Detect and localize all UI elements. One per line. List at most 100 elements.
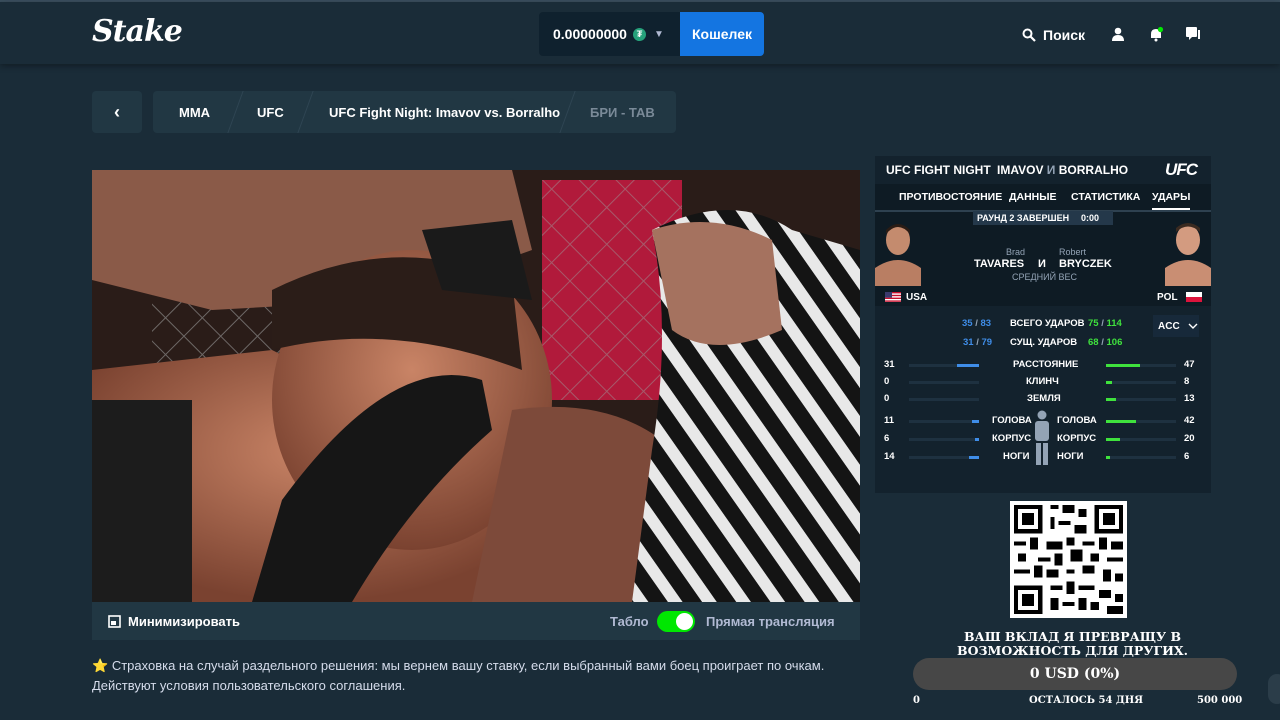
back-button[interactable]: ‹ bbox=[92, 91, 142, 133]
accuracy-dropdown[interactable]: ACC bbox=[1153, 315, 1199, 337]
body-left-bar bbox=[909, 438, 979, 441]
tab-strikes[interactable]: УДАРЫ bbox=[1152, 191, 1191, 210]
fight-scoreboard: UFC FIGHT NIGHT IMAVOV И BORRALHO UFC ПР… bbox=[875, 156, 1211, 493]
stake-logo[interactable]: Stake bbox=[92, 14, 183, 49]
head-label-left: ГОЛОВА bbox=[992, 415, 1032, 426]
minimize-button[interactable]: Минимизировать bbox=[108, 614, 240, 629]
donation-goal: 500 000 bbox=[1197, 695, 1243, 706]
search-icon bbox=[1022, 28, 1036, 42]
total-left: 35 / 83 bbox=[962, 318, 992, 329]
ground-right: 13 bbox=[1184, 393, 1195, 404]
tab-matchup[interactable]: ПРОТИВОСТОЯНИЕ bbox=[899, 191, 1002, 203]
vs-label: И bbox=[1038, 258, 1046, 270]
chat-icon[interactable] bbox=[1185, 26, 1201, 42]
distance-left-bar bbox=[909, 364, 979, 367]
legs-label-right: НОГИ bbox=[1057, 451, 1084, 462]
balance-amount: 0.00000000 bbox=[553, 26, 627, 42]
legs-right-bar bbox=[1106, 456, 1176, 459]
tab-stats[interactable]: СТАТИСТИКА bbox=[1071, 191, 1140, 203]
head-left-bar bbox=[909, 420, 979, 423]
head-right: 42 bbox=[1184, 415, 1195, 426]
donation-progress-bar: 0 USD (0%) bbox=[913, 658, 1237, 690]
round-label: РАУНД 2 ЗАВЕРШЕН bbox=[977, 213, 1070, 223]
fighter-left-photo bbox=[875, 218, 921, 286]
bout-name: IMAVOV И BORRALHO bbox=[997, 163, 1129, 177]
donation-remaining: ОСТАЛОСЬ 54 ДНЯ bbox=[1029, 695, 1144, 706]
breadcrumb-separator bbox=[227, 91, 244, 133]
chevron-down-icon: ▼ bbox=[653, 28, 664, 40]
distance-left: 31 bbox=[884, 359, 895, 370]
live-video-player[interactable] bbox=[92, 170, 860, 602]
right-country: POL bbox=[1157, 292, 1178, 303]
head-right-bar bbox=[1106, 420, 1176, 423]
head-left: 11 bbox=[884, 415, 895, 426]
scoreboard-toggle[interactable] bbox=[657, 611, 695, 632]
right-first-name: Robert bbox=[1059, 247, 1087, 257]
usa-flag-icon bbox=[885, 292, 901, 302]
legs-right: 6 bbox=[1184, 451, 1190, 462]
video-controls-bar: Минимизировать Табло Прямая трансляция bbox=[92, 602, 860, 640]
clinch-left-bar bbox=[909, 381, 979, 384]
live-stream-tab[interactable]: Прямая трансляция bbox=[706, 614, 835, 629]
ufc-logo: UFC bbox=[1165, 160, 1198, 179]
clinch-right-bar bbox=[1106, 381, 1176, 384]
distance-label: РАССТОЯНИЕ bbox=[1013, 359, 1079, 370]
chevron-down-icon bbox=[1188, 323, 1198, 329]
tether-icon: ₮ bbox=[632, 27, 646, 41]
clinch-left: 0 bbox=[884, 376, 890, 387]
ground-left: 0 bbox=[884, 393, 890, 404]
accuracy-label: ACC bbox=[1158, 320, 1180, 332]
breadcrumb-separator bbox=[559, 91, 576, 133]
donation-min: 0 bbox=[913, 695, 920, 706]
tab-data[interactable]: ДАННЫЕ bbox=[1009, 191, 1057, 203]
body-label-left: КОРПУС bbox=[992, 433, 1032, 444]
breadcrumb: MMA UFC UFC Fight Night: Imavov vs. Borr… bbox=[153, 91, 676, 133]
balance-selector[interactable]: 0.00000000 ₮ ▼ bbox=[539, 12, 680, 56]
legs-label-left: НОГИ bbox=[1003, 451, 1030, 462]
left-country: USA bbox=[906, 292, 928, 303]
insurance-note: ⭐ Страховка на случай раздельного решени… bbox=[92, 656, 852, 696]
scroll-indicator[interactable] bbox=[1268, 674, 1280, 704]
scoreboard-header: UFC FIGHT NIGHT IMAVOV И BORRALHO UFC bbox=[875, 156, 1211, 184]
left-fighter-name: TAVARES bbox=[974, 258, 1025, 270]
breadcrumb-ufc[interactable]: UFC bbox=[257, 105, 284, 120]
donation-title: ВАШ ВКЛАД Я ПРЕВРАЩУ В ВОЗМОЖНОСТЬ ДЛЯ Д… bbox=[957, 629, 1188, 658]
clinch-right: 8 bbox=[1184, 376, 1190, 387]
event-name: UFC FIGHT NIGHT bbox=[886, 163, 991, 177]
breadcrumb-mma[interactable]: MMA bbox=[179, 105, 210, 120]
top-header: Stake 0.00000000 ₮ ▼ Кошелек Поиск bbox=[0, 2, 1280, 64]
body-left: 6 bbox=[884, 433, 890, 444]
search-button[interactable]: Поиск bbox=[1022, 27, 1085, 43]
left-first-name: Brad bbox=[1006, 247, 1026, 257]
head-label-right: ГОЛОВА bbox=[1057, 415, 1097, 426]
donation-qr-code[interactable] bbox=[1010, 501, 1127, 618]
notifications-icon[interactable] bbox=[1148, 26, 1164, 42]
donation-progress-text: 0 USD (0%) bbox=[1029, 666, 1121, 682]
significant-left: 31 / 79 bbox=[963, 337, 993, 348]
wallet-button[interactable]: Кошелек bbox=[680, 12, 764, 56]
fighter-right-photo bbox=[1165, 218, 1211, 286]
body-silhouette-icon bbox=[1035, 410, 1049, 465]
breadcrumb-current: БРИ - ТАВ bbox=[590, 105, 655, 120]
ground-right-bar bbox=[1106, 398, 1176, 401]
poland-flag-icon bbox=[1186, 292, 1202, 302]
breadcrumb-separator bbox=[297, 91, 314, 133]
round-status: РАУНД 2 ЗАВЕРШЕН 0:00 bbox=[973, 211, 1113, 225]
search-label: Поиск bbox=[1043, 27, 1086, 43]
total-label: ВСЕГО УДАРОВ bbox=[1010, 318, 1085, 329]
total-right: 75 / 114 bbox=[1088, 318, 1122, 329]
body-right-bar bbox=[1106, 438, 1176, 441]
minimize-icon bbox=[108, 615, 121, 628]
user-icon[interactable] bbox=[1110, 26, 1126, 42]
significant-label: СУЩ. УДАРОВ bbox=[1010, 337, 1078, 348]
minimize-label: Минимизировать bbox=[128, 614, 241, 629]
chevron-left-icon: ‹ bbox=[114, 101, 120, 122]
breadcrumb-event[interactable]: UFC Fight Night: Imavov vs. Borralho bbox=[329, 105, 560, 120]
insurance-text: Страховка на случай раздельного решения:… bbox=[92, 658, 825, 693]
distance-right-bar bbox=[1106, 364, 1176, 367]
distance-right: 47 bbox=[1184, 359, 1195, 370]
significant-right: 68 / 106 bbox=[1088, 337, 1123, 348]
legs-left-bar bbox=[909, 456, 979, 459]
weight-class: СРЕДНИЙ ВЕС bbox=[1012, 272, 1078, 282]
scoreboard-tabs: ПРОТИВОСТОЯНИЕ ДАННЫЕ СТАТИСТИКА УДАРЫ bbox=[875, 184, 1211, 212]
